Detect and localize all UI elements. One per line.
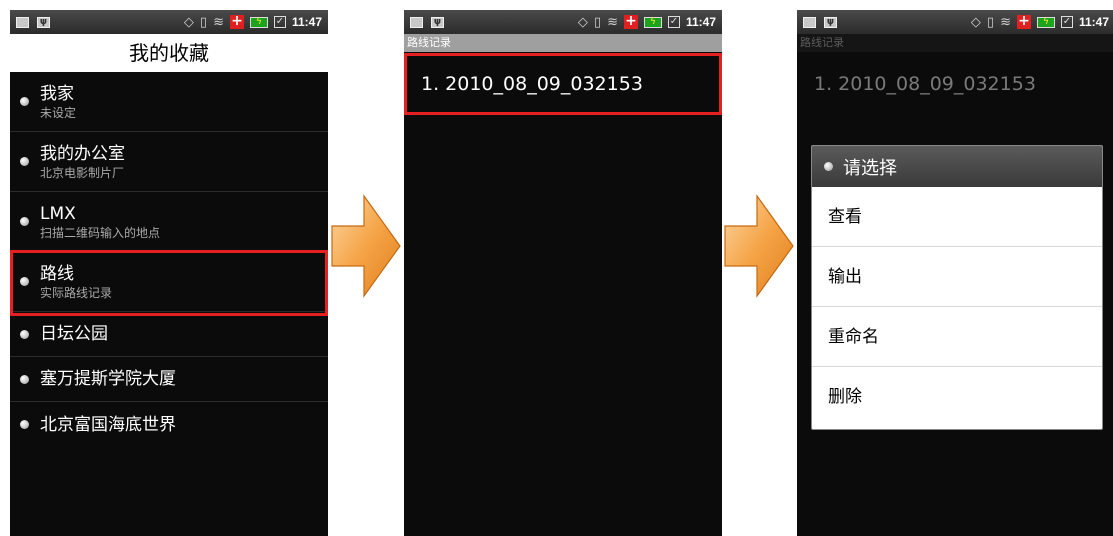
bullet-icon bbox=[20, 217, 29, 226]
phone-screen-context-menu: ψ ◇ ▯ ≋ + ϟ ✓ 11:47 路线记录 1. 2010_08_09_0… bbox=[797, 10, 1113, 536]
vibrate-icon: ▯ bbox=[986, 14, 995, 30]
arrow-right-icon bbox=[331, 194, 401, 298]
wifi-icon: ≋ bbox=[213, 14, 224, 30]
mail-icon bbox=[16, 16, 29, 28]
wifi-icon: ≋ bbox=[607, 14, 618, 30]
status-time: 11:47 bbox=[1078, 15, 1109, 29]
dialog-title: 请选择 bbox=[843, 157, 897, 179]
gps-icon: ◇ bbox=[183, 14, 194, 30]
usb-icon: ψ bbox=[824, 16, 837, 28]
battery-icon: ϟ bbox=[643, 16, 662, 28]
phone-screen-favorites: ψ ◇ ▯ ≋ + ϟ ✓ 11:47 我的收藏 我家 未设定 我的办公室 北京… bbox=[10, 10, 328, 536]
list-item-office[interactable]: 我的办公室 北京电影制片厂 bbox=[10, 132, 328, 192]
item-title: 日坛公园 bbox=[40, 324, 108, 344]
bullet-icon bbox=[20, 97, 29, 106]
list-item-lmx[interactable]: LMX 扫描二维码输入的地点 bbox=[10, 192, 328, 252]
item-title: 我的办公室 bbox=[40, 143, 125, 164]
gps-icon: ◇ bbox=[577, 14, 588, 30]
checkbox-icon: ✓ bbox=[1060, 16, 1073, 28]
item-title: LMX bbox=[40, 203, 76, 224]
status-time: 11:47 bbox=[685, 15, 716, 29]
highlight-route bbox=[10, 250, 328, 316]
bullet-icon bbox=[20, 420, 29, 429]
battery-icon: ϟ bbox=[1036, 16, 1055, 28]
item-subtitle: 未设定 bbox=[40, 105, 77, 120]
bullet-icon bbox=[20, 329, 29, 339]
bullet-icon bbox=[20, 374, 29, 384]
item-title: 我家 bbox=[40, 83, 74, 104]
menu-item-delete[interactable]: 删除 bbox=[812, 367, 1102, 427]
page-title: 我的收藏 bbox=[10, 34, 328, 72]
item-title: 塞万提斯学院大厦 bbox=[40, 369, 176, 389]
menu-item-export[interactable]: 输出 bbox=[812, 247, 1102, 307]
medical-icon: + bbox=[229, 13, 244, 29]
checkbox-icon: ✓ bbox=[667, 16, 680, 28]
menu-item-rename[interactable]: 重命名 bbox=[812, 307, 1102, 367]
bullet-icon bbox=[824, 162, 833, 171]
status-bar: ψ ◇ ▯ ≋ + ϟ ✓ 11:47 bbox=[404, 10, 722, 34]
status-time: 11:47 bbox=[291, 15, 322, 29]
dialog-header: 请选择 bbox=[812, 146, 1102, 187]
vibrate-icon: ▯ bbox=[593, 14, 602, 30]
status-bar: ψ ◇ ▯ ≋ + ϟ ✓ 11:47 bbox=[797, 10, 1113, 34]
page-title: 路线记录 bbox=[797, 34, 1113, 52]
item-title: 北京富国海底世界 bbox=[40, 414, 176, 435]
page-title: 路线记录 bbox=[404, 34, 722, 52]
item-subtitle: 扫描二维码输入的地点 bbox=[40, 225, 161, 240]
list-item-home[interactable]: 我家 未设定 bbox=[10, 72, 328, 132]
item-subtitle: 北京电影制片厂 bbox=[40, 165, 125, 180]
usb-icon: ψ bbox=[37, 16, 50, 28]
context-menu-dialog: 请选择 查看 输出 重命名 删除 bbox=[811, 145, 1103, 430]
medical-icon: + bbox=[623, 13, 638, 29]
highlight-record bbox=[404, 53, 722, 115]
list-item-aquarium[interactable]: 北京富国海底世界 bbox=[10, 402, 328, 447]
vibrate-icon: ▯ bbox=[199, 14, 208, 30]
wifi-icon: ≋ bbox=[1000, 14, 1011, 30]
menu-item-view[interactable]: 查看 bbox=[812, 187, 1102, 247]
medical-icon: + bbox=[1016, 13, 1031, 29]
list-item-ritan-park[interactable]: 日坛公园 bbox=[10, 312, 328, 357]
bullet-icon bbox=[20, 157, 29, 166]
list-item-cervantes[interactable]: 塞万提斯学院大厦 bbox=[10, 357, 328, 402]
mail-icon bbox=[803, 16, 816, 28]
arrow-right-icon bbox=[724, 194, 794, 298]
gps-icon: ◇ bbox=[970, 14, 981, 30]
list-item-record: 1. 2010_08_09_032153 bbox=[814, 73, 1036, 95]
status-bar: ψ ◇ ▯ ≋ + ϟ ✓ 11:47 bbox=[10, 10, 328, 34]
usb-icon: ψ bbox=[431, 16, 444, 28]
checkbox-icon: ✓ bbox=[273, 16, 286, 28]
battery-icon: ϟ bbox=[249, 16, 268, 28]
mail-icon bbox=[410, 16, 423, 28]
phone-screen-route-records: ψ ◇ ▯ ≋ + ϟ ✓ 11:47 路线记录 1. 2010_08_09_0… bbox=[404, 10, 722, 536]
